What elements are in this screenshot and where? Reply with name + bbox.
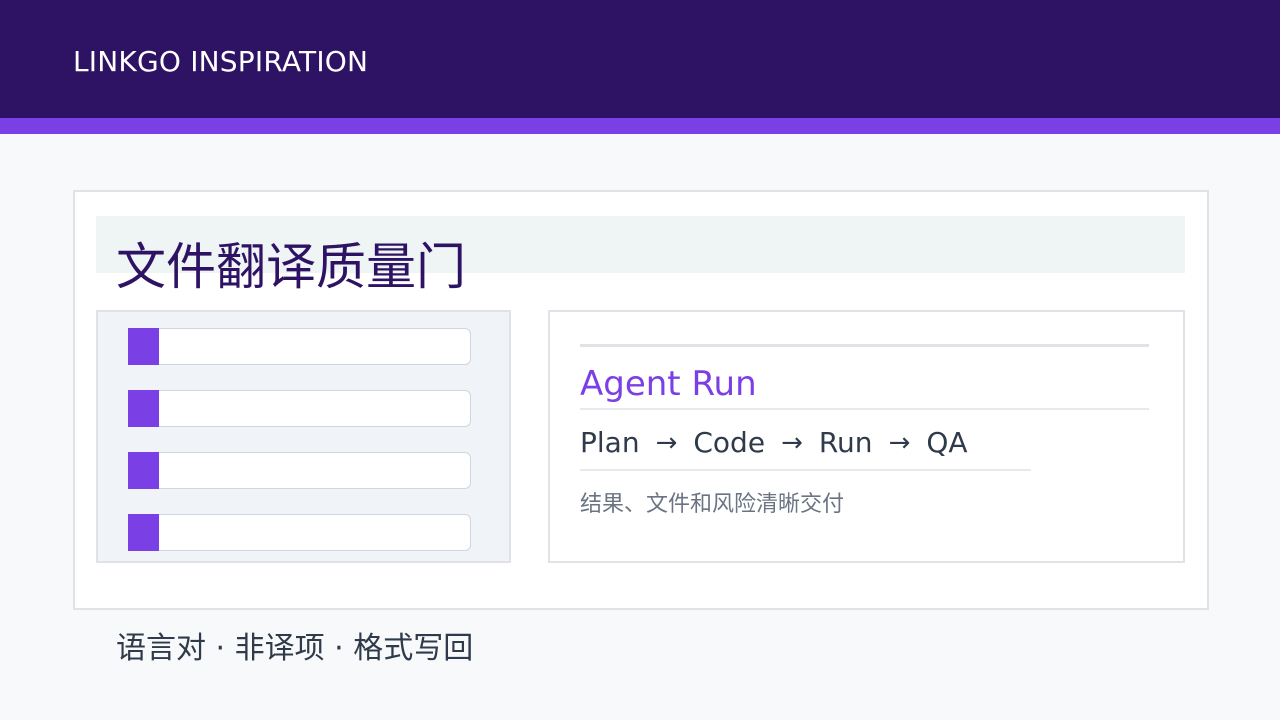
card-divider [580,408,1149,410]
flow-arrow-icon: → [655,428,678,458]
footer-caption: 语言对 · 非译项 · 格式写回 [116,631,474,666]
flow-underline [580,469,1031,471]
flow-step-plan: Plan [580,426,640,459]
flow-step-code: Code [693,426,766,459]
flow-step-qa: QA [926,426,968,459]
slide-title: 文件翻译质量门 [116,238,466,296]
top-header-bar: LINKGO INSPIRATION [0,0,1280,118]
list-row-2 [128,390,471,427]
flow-step-run: Run [818,426,873,459]
list-row-3 [128,452,471,489]
flow-steps: Plan → Code → Run → QA [580,424,968,462]
card-heading: Agent Run [580,364,757,404]
flow-arrow-icon: → [781,428,803,458]
card-top-rule [580,344,1149,347]
brand-name: LINKGO INSPIRATION [73,45,369,78]
list-row-4 [128,514,471,551]
list-row-marker-1 [128,328,159,365]
accent-strip [0,118,1280,134]
card-note: 结果、文件和风险清晰交付 [580,492,845,517]
list-row-marker-3 [128,452,159,489]
flow-arrow-icon: → [888,428,911,458]
list-row-marker-4 [128,514,159,551]
list-row-marker-2 [128,390,159,427]
list-row-1 [128,328,471,365]
